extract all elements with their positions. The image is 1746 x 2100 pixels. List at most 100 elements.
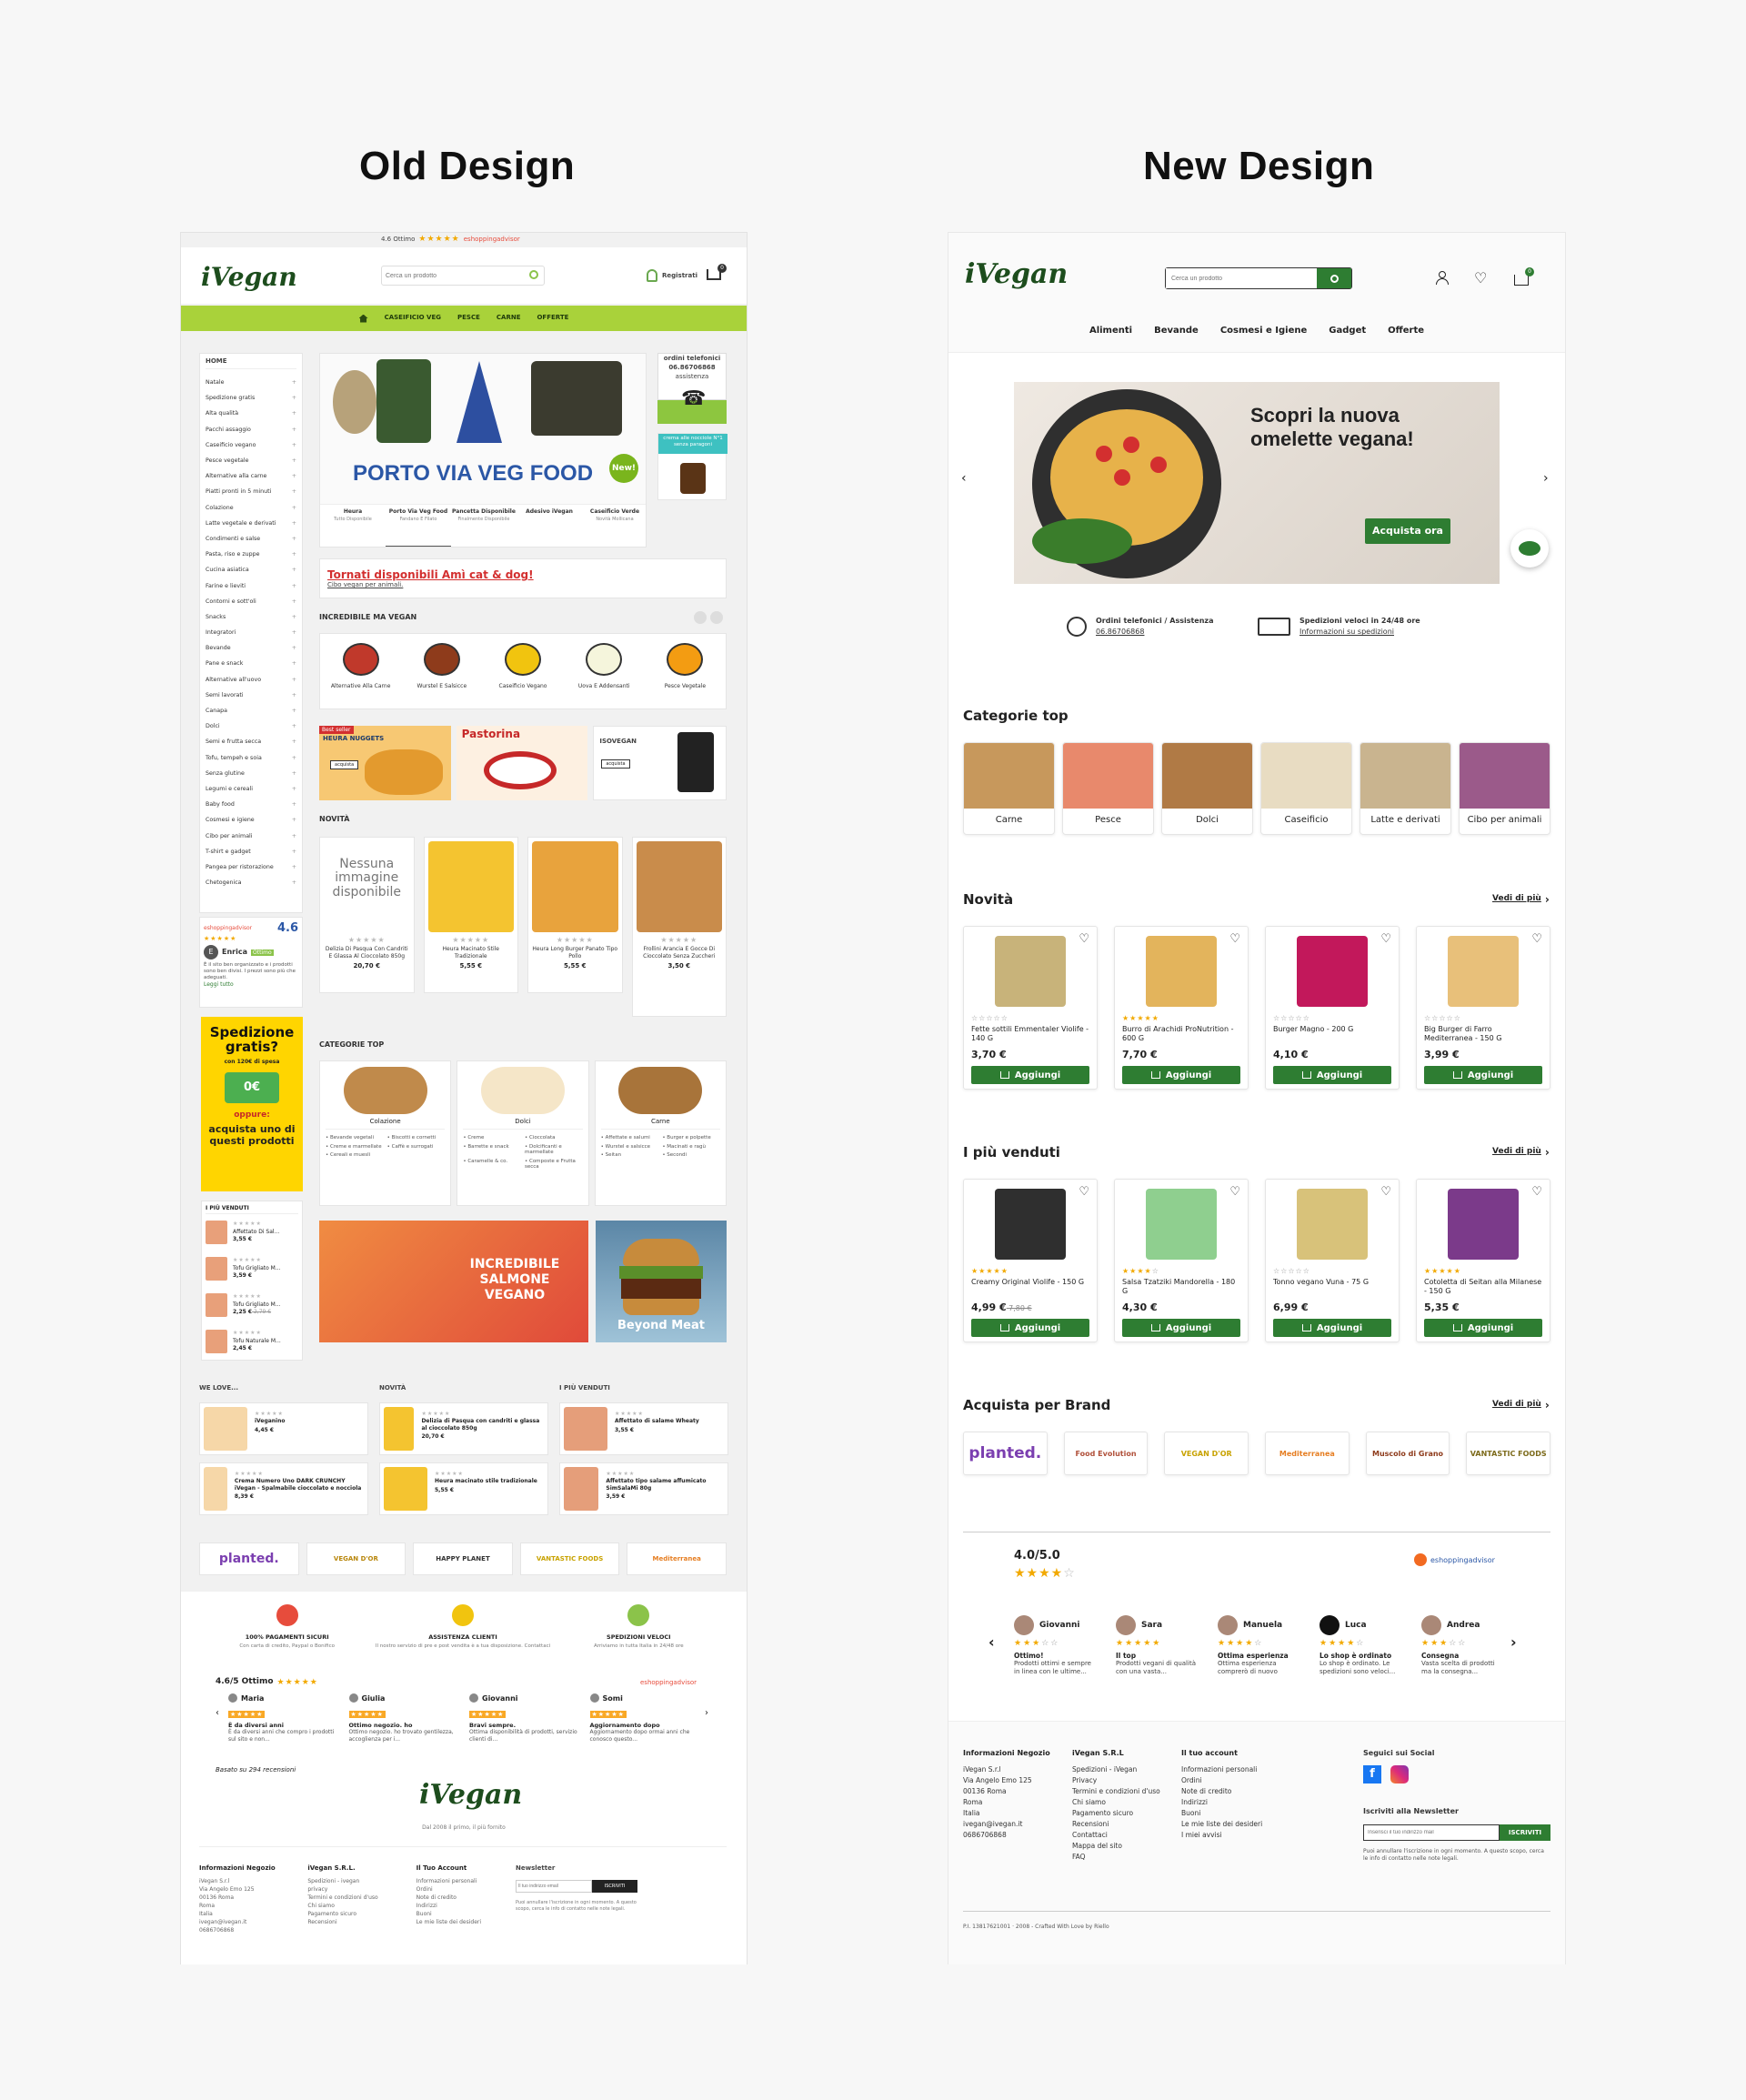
new-hero-next-icon[interactable]: › [1543,471,1549,486]
new-user-icon[interactable] [1436,271,1449,286]
cat-top-link[interactable]: • Dolcificanti e marmellate [525,1144,583,1156]
cat-top-card[interactable]: Dolci • Creme • Cioccolata • Barrette e sna… [457,1060,589,1206]
foot-col-link[interactable]: 0686706868 [963,1830,1054,1841]
sidebar-item[interactable]: Natale + [206,375,296,390]
mini-product[interactable]: ★★★★★ iVeganino 4,45 € [199,1402,368,1455]
cat-top-link[interactable]: • Caramelle & co. [463,1159,521,1171]
incredibile-item[interactable]: Caseificio Vegano [482,634,563,708]
foot-rating-brand[interactable]: eshoppingadvisor [640,1679,697,1686]
sidebar-item[interactable]: Pane e snack + [206,656,296,671]
foot-col-link[interactable]: Indirizzi [1181,1797,1318,1808]
foot-col-link[interactable]: Chi siamo [307,1902,399,1910]
wishlist-heart-icon[interactable]: ♡ [1229,932,1240,946]
add-to-cart-button[interactable]: Aggiungi [1122,1319,1240,1337]
product-card[interactable]: Nessuna immagine disponibile ★★★★★ Delizia… [319,837,415,993]
sidebar-item[interactable]: Chetogenica + [206,875,296,890]
foot-col-link[interactable]: privacy [307,1885,399,1894]
newsletter-button[interactable]: ISCRIVITI [592,1880,637,1894]
sidebar-item[interactable]: Snacks + [206,609,296,625]
sidebar-item[interactable]: Pasta, riso e zuppe + [206,547,296,562]
sidebar-item[interactable]: Alternative all'uovo + [206,672,296,688]
sidebar-item[interactable]: Canapa + [206,703,296,718]
cat-top-card[interactable]: Carne • Affettate e salumi • Burger e polp… [594,1060,727,1206]
banner-pastorina[interactable]: Pastorina [456,726,588,800]
hero-cta-button[interactable]: Acquista ora [1365,518,1450,544]
info-phone-link[interactable]: 06.86706868 [1096,628,1213,637]
new-piu-more[interactable]: Vedi di più › [1492,1146,1550,1159]
new-rating-brand[interactable]: eshoppingadvisor [1414,1553,1495,1566]
new-newsletter-button[interactable]: ISCRIVITI [1500,1824,1550,1841]
carousel-prev-icon[interactable] [694,611,707,624]
hero-tab[interactable]: Heura Tutto Disponibile [320,504,386,547]
rating-brand[interactable]: eshoppingadvisor [464,236,520,244]
reviews-next-icon[interactable]: › [1510,1633,1517,1651]
sidebar-item[interactable]: Pacchi assaggio + [206,422,296,437]
new-wishlist-icon[interactable]: ♡ [1474,271,1487,286]
brand-logo[interactable]: VANTASTIC FOODS [519,1542,620,1575]
instagram-icon[interactable] [1390,1765,1409,1784]
product-card[interactable]: ♡ ☆☆☆☆☆ Big Burger di Farro Mediterranea -… [1416,926,1550,1090]
wishlist-heart-icon[interactable]: ♡ [1229,1185,1240,1199]
sidebar-item[interactable]: Cucina asiatica + [206,562,296,578]
wishlist-heart-icon[interactable]: ♡ [1079,1185,1089,1199]
product-card[interactable]: ♡ ★★★★★ Creamy Original Violife - 150 G 4,9… [963,1179,1098,1342]
product-card[interactable]: ♡ ★★★★★ Cotoletta di Seitan alla Milanese … [1416,1179,1550,1342]
new-nav-item[interactable]: Cosmesi e Igiene [1220,326,1307,336]
foot-col-link[interactable]: FAQ [1072,1852,1163,1863]
new-nav-item[interactable]: Bevande [1154,326,1199,336]
foot-col-link[interactable]: Informazioni personali [416,1877,508,1885]
cat-top-link[interactable]: • Creme [463,1135,521,1141]
incredibile-item[interactable]: Wurstel E Salsicce [401,634,482,708]
foot-col-link[interactable]: Contattaci [1072,1830,1163,1841]
bestseller-item[interactable]: ★★★★★ Tofu Grigliato M... 2,25 € 2,79 € [206,1287,298,1323]
footer-logo[interactable]: iVegan [419,1779,522,1811]
foot-col-link[interactable]: Le mie liste dei desideri [1181,1819,1318,1830]
incredibile-item[interactable]: Pesce Vegetale [645,634,726,708]
home-icon[interactable] [358,314,368,323]
brand-logo[interactable]: Mediterranea [1265,1432,1350,1475]
logo[interactable]: iVegan [201,262,297,292]
sidebar-item[interactable]: Semi e frutta secca + [206,734,296,749]
sidebar-item[interactable]: Piatti pronti in 5 minuti + [206,484,296,499]
cat-top-link[interactable]: • Creme e marmellate [326,1144,384,1150]
bestseller-item[interactable]: ★★★★★ Affettato Di Sal... 3,55 € [206,1214,298,1251]
sidebar-item[interactable]: Caseificio vegano + [206,437,296,453]
brand-logo[interactable]: Muscolo di Grano [1365,1432,1450,1475]
mini-product[interactable]: ★★★★★ Heura macinato stile tradizionale 5,… [379,1462,548,1515]
new-hero-prev-icon[interactable]: ‹ [961,471,967,486]
phone-promo[interactable]: ordini telefonici 06.86706868 assistenza… [657,353,727,424]
foot-col-link[interactable]: Pagamento sicuro [1072,1808,1163,1819]
foot-col-link[interactable]: Note di credito [1181,1786,1318,1797]
foot-col-link[interactable]: Privacy [1072,1775,1163,1786]
nav-caseificio[interactable]: CASEIFICIO VEG [385,314,441,322]
banner-isovegan-button[interactable]: acquista [601,759,630,769]
sidebar-home[interactable]: HOME [206,357,296,370]
banner-isovegan[interactable]: ISOVEGAN acquista [593,726,728,800]
sidebar-item[interactable]: Tofu, tempeh e soia + [206,750,296,766]
foot-col-link[interactable]: Pagamento sicuro [307,1910,399,1918]
new-newsletter-input[interactable] [1363,1824,1500,1841]
mini-product[interactable]: ★★★★★ Affettato di salame Wheaty 3,55 € [559,1402,728,1455]
foot-col-link[interactable]: Spedizioni - ivegan [307,1877,399,1885]
foot-col-link[interactable]: Buoni [1181,1808,1318,1819]
category-card[interactable]: Cibo per animali [1459,742,1550,835]
foot-col-link[interactable]: Buoni [416,1910,508,1918]
new-nav-item[interactable]: Alimenti [1089,326,1132,336]
incredibile-item[interactable]: Alternative Alla Carne [320,634,401,708]
foot-col-link[interactable]: Note di credito [416,1894,508,1902]
add-to-cart-button[interactable]: Aggiungi [1273,1066,1391,1084]
new-brand-more[interactable]: Vedi di più › [1492,1399,1550,1412]
search-input[interactable] [386,269,522,282]
mini-product[interactable]: ★★★★★ Delizia di Pasqua con candriti e gl… [379,1402,548,1455]
foot-col-link[interactable]: 00136 Roma [199,1894,291,1902]
foot-col-link[interactable]: iVegan S.r.l [199,1877,291,1885]
bestseller-item[interactable]: ★★★★★ Tofu Naturale M... 2,45 € [206,1323,298,1360]
new-nav-item[interactable]: Gadget [1329,326,1366,336]
back-in-stock-title[interactable]: Tornati disponibili Amì cat & dog! [327,568,718,581]
search-icon[interactable] [529,270,538,279]
wishlist-heart-icon[interactable]: ♡ [1380,932,1391,946]
cat-top-link[interactable]: • Burger e polpette [662,1135,720,1141]
cat-top-link[interactable]: • Cioccolata [525,1135,583,1141]
bestseller-item[interactable]: ★★★★★ Tofu Grigliato M... 3,59 € [206,1251,298,1287]
product-card[interactable]: ♡ ☆☆☆☆☆ Tonno vegano Vuna - 75 G 6,99 € Aggi… [1265,1179,1400,1342]
